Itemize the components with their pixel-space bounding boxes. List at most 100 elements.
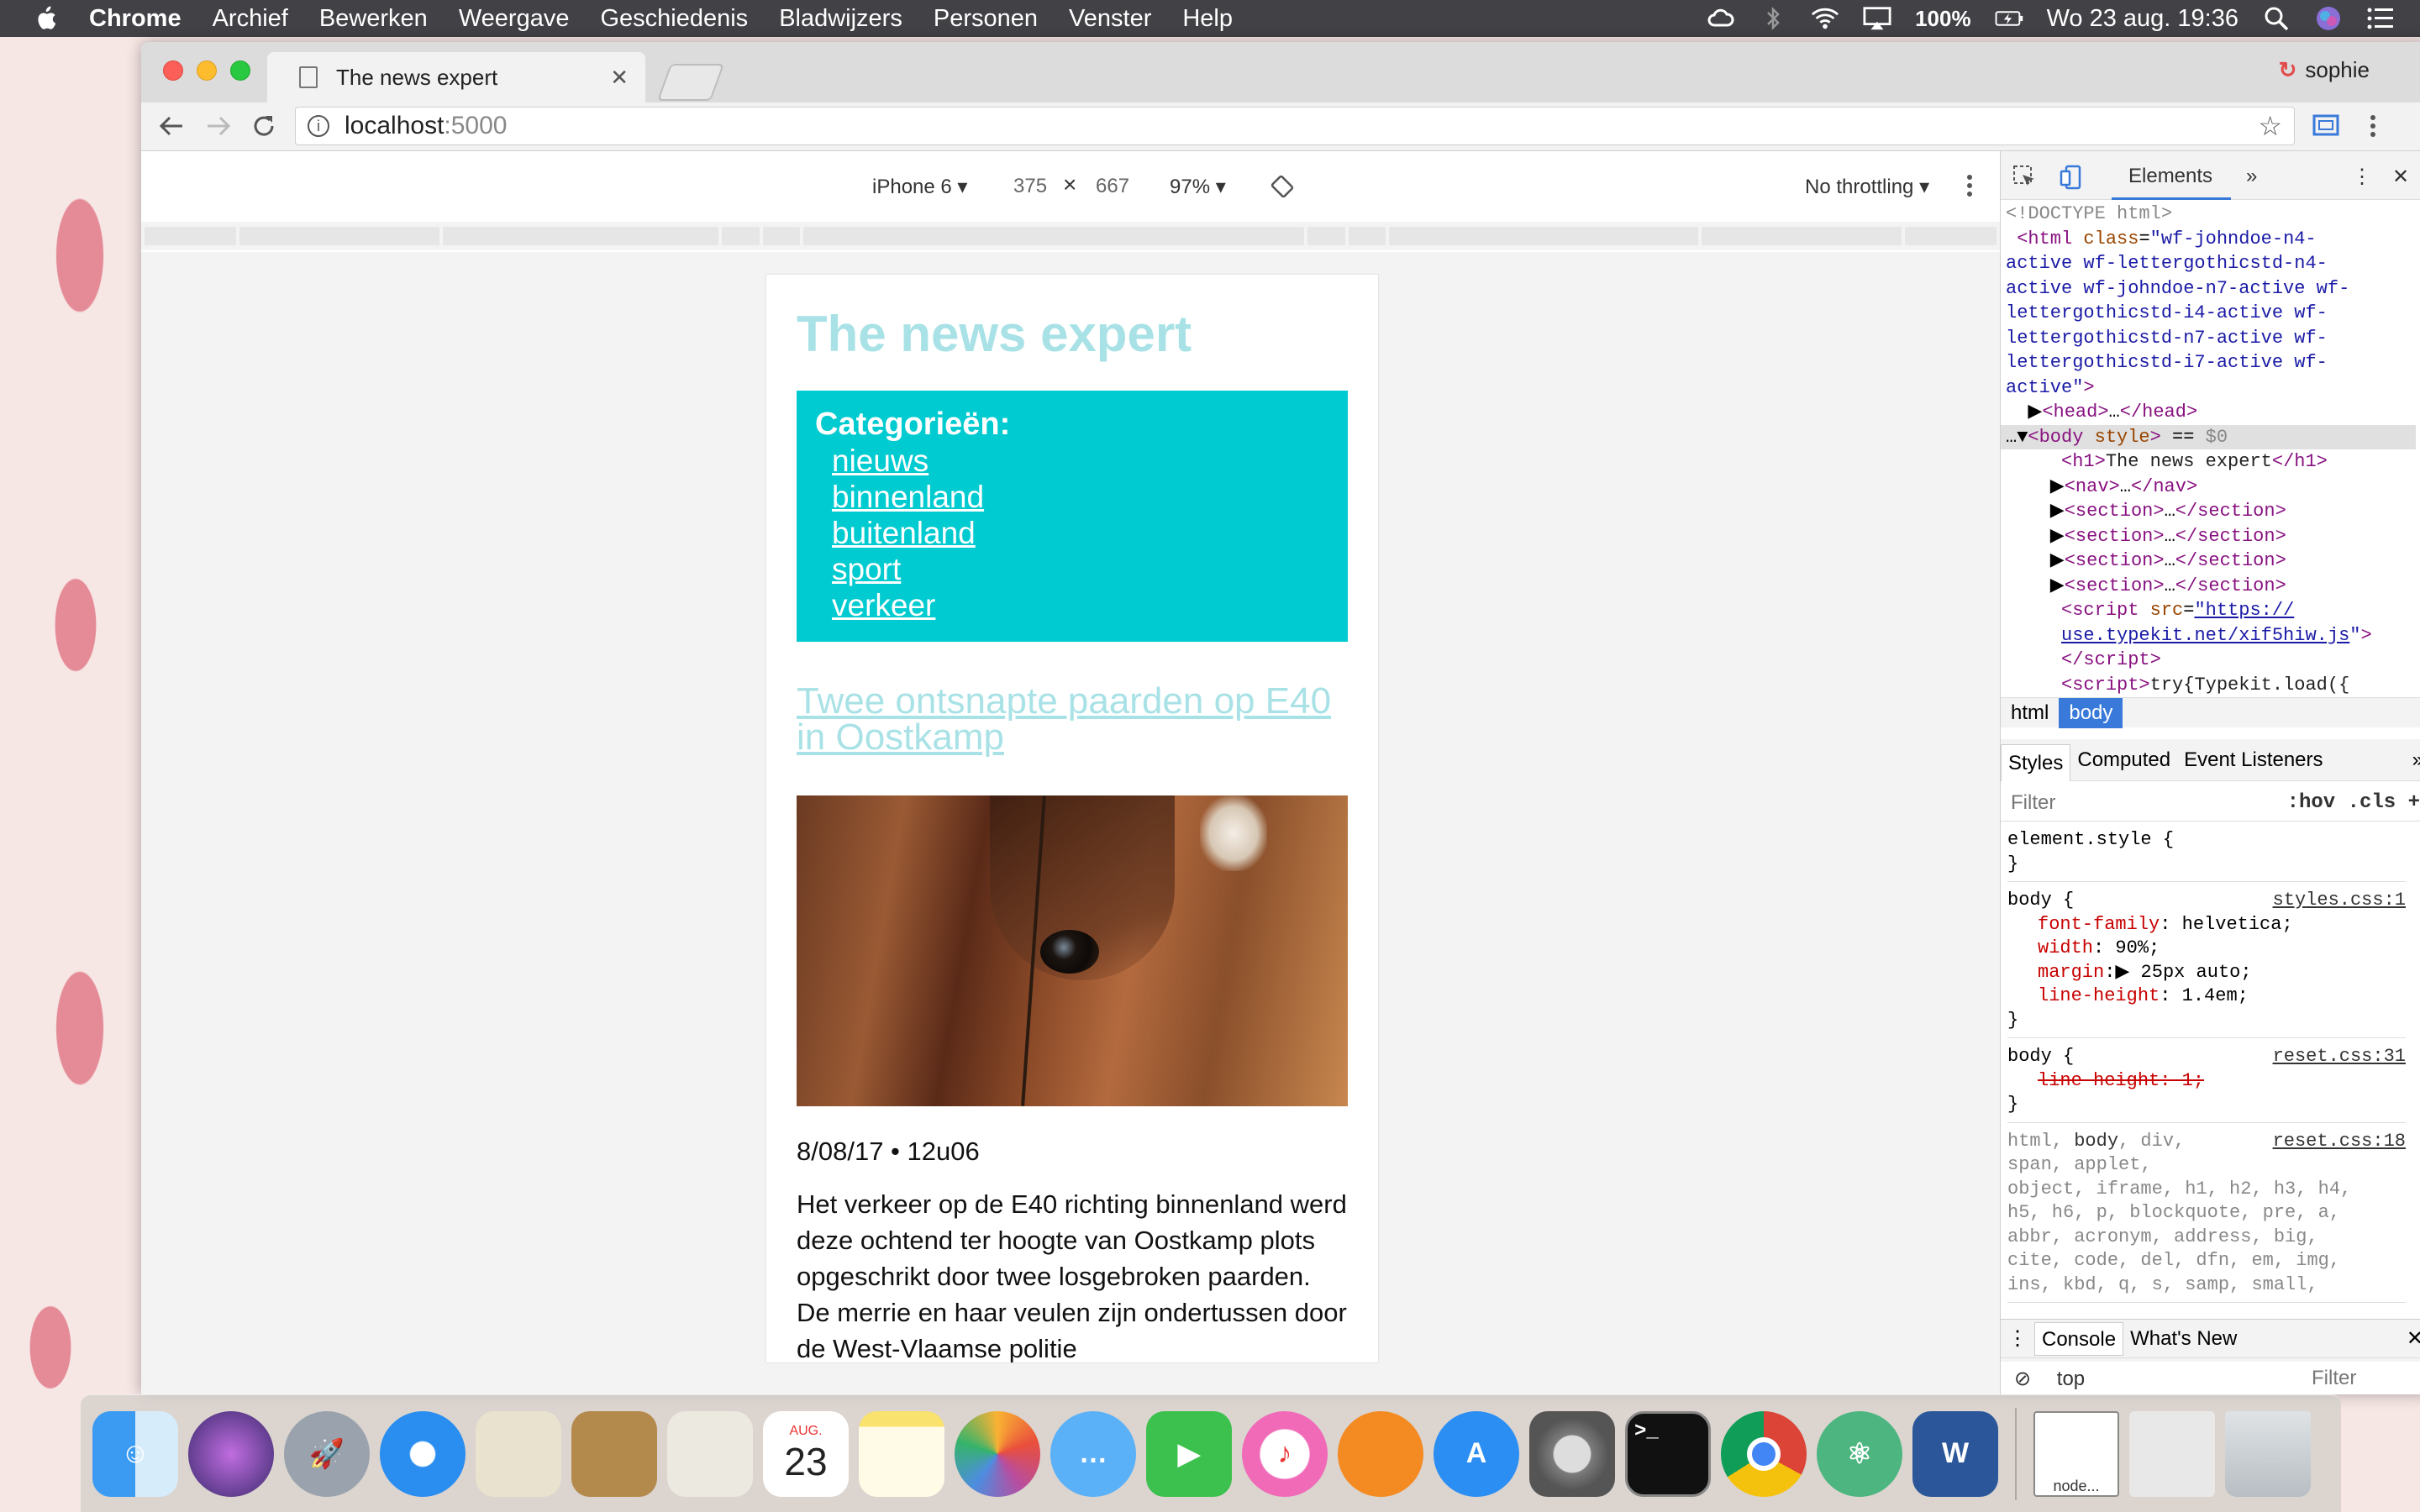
downloads-stack-icon[interactable] [2129, 1410, 2215, 1497]
ibooks-icon[interactable] [1338, 1410, 1423, 1497]
bookmark-star-icon[interactable]: ☆ [2258, 110, 2282, 142]
drawer-menu-icon[interactable]: ⋮ [2001, 1326, 2034, 1351]
device-select[interactable]: iPhone 6 ▾ [872, 175, 967, 199]
ruler-segment[interactable] [145, 227, 237, 245]
close-window-button[interactable] [163, 60, 183, 81]
tab-styles[interactable]: Styles [2001, 743, 2071, 781]
address-bar[interactable]: i localhost :5000 ☆ [295, 107, 2295, 145]
category-link-verkeer[interactable]: verkeer [832, 587, 1329, 623]
airplay-icon[interactable] [1863, 6, 1891, 31]
ruler-segment[interactable] [1701, 227, 1902, 245]
forward-button[interactable] [202, 109, 235, 143]
new-rule-icon[interactable]: + [2408, 791, 2420, 814]
battery-icon[interactable] [1995, 6, 2023, 31]
creative-cloud-icon[interactable] [1707, 6, 1735, 31]
device-toolbar-more-icon[interactable] [1966, 175, 1973, 202]
console-context-select[interactable]: top [2057, 1368, 2085, 1390]
menu-app-name[interactable]: Chrome [89, 5, 182, 33]
article-title-link[interactable]: Twee ontsnapte paarden op E40 in Oostkam… [797, 683, 1334, 756]
tab-computed[interactable]: Computed [2070, 748, 2177, 772]
breadcrumb-html[interactable]: html [2001, 701, 2059, 725]
close-devtools-icon[interactable]: ✕ [2392, 165, 2409, 189]
ruler-segment[interactable] [722, 227, 760, 245]
calendar-icon[interactable]: AUG. 23 [763, 1410, 849, 1497]
safari-icon[interactable] [380, 1410, 466, 1497]
facetime-icon[interactable]: ▶ [1146, 1410, 1232, 1497]
category-link-binnenland[interactable]: binnenland [832, 479, 1329, 515]
ruler-segment[interactable] [1348, 227, 1386, 245]
breadcrumb-body[interactable]: body [2059, 697, 2123, 728]
viewport-height-input[interactable]: 667 [1096, 175, 1129, 198]
more-tabs-icon[interactable]: » [2246, 165, 2257, 188]
photos-icon[interactable] [955, 1410, 1040, 1497]
more-style-tabs-icon[interactable]: » [2406, 748, 2420, 772]
emulated-page[interactable]: The news expert Categorieën: nieuws binn… [766, 275, 1378, 1362]
ruler-segment[interactable] [1904, 227, 1996, 245]
browser-tab[interactable]: The news expert ✕ [267, 52, 645, 102]
mail-icon[interactable] [476, 1410, 561, 1497]
tab-event-listeners[interactable]: Event Listeners [2177, 748, 2329, 772]
category-link-sport[interactable]: sport [832, 551, 1329, 587]
ruler-segment[interactable] [762, 227, 801, 245]
menu-bewerken[interactable]: Bewerken [319, 5, 428, 33]
messages-icon[interactable]: … [1050, 1410, 1136, 1497]
reload-button[interactable] [247, 109, 281, 143]
source-link[interactable]: reset.css:31 [2273, 1045, 2406, 1069]
class-toggle[interactable]: .cls [2348, 791, 2396, 814]
preview-icon[interactable] [667, 1410, 753, 1497]
menu-weergave[interactable]: Weergave [459, 5, 570, 33]
close-tab-icon[interactable]: ✕ [610, 65, 629, 91]
minimize-window-button[interactable] [197, 60, 217, 81]
clear-console-icon[interactable]: ⊘ [2014, 1368, 2031, 1390]
menu-venster[interactable]: Venster [1069, 5, 1151, 33]
itunes-icon[interactable]: ♪ [1242, 1410, 1328, 1497]
menubar-clock[interactable]: Wo 23 aug. 19:36 [2047, 5, 2238, 33]
profile-button[interactable]: ↻ sophie [2279, 57, 2370, 83]
back-button[interactable] [155, 109, 188, 143]
apple-menu-icon[interactable] [34, 6, 59, 31]
finder-icon[interactable]: ☺ [92, 1410, 178, 1497]
rotate-device-icon[interactable] [1270, 175, 1294, 204]
bluetooth-icon[interactable] [1759, 6, 1787, 31]
source-link[interactable]: reset.css:18 [2273, 1130, 2406, 1154]
menu-geschiedenis[interactable]: Geschiedenis [600, 5, 748, 33]
trash-icon[interactable] [2225, 1410, 2311, 1497]
inspect-element-icon[interactable] [2012, 165, 2036, 194]
atom-icon[interactable]: ⚛ [1817, 1410, 1902, 1497]
category-link-nieuws[interactable]: nieuws [832, 443, 1329, 479]
menu-help[interactable]: Help [1182, 5, 1233, 33]
siri-icon[interactable] [2314, 6, 2343, 31]
zoom-window-button[interactable] [230, 60, 250, 81]
throttling-select[interactable]: No throttling ▾ [1805, 175, 1929, 199]
notification-center-icon[interactable] [2366, 6, 2395, 31]
cast-icon[interactable] [2309, 109, 2343, 143]
ruler-segment[interactable] [443, 227, 718, 245]
styles-rules[interactable]: element.style {} body {styles.css:1 font… [2001, 823, 2412, 1319]
chrome-menu-icon[interactable] [2356, 109, 2390, 143]
menu-archief[interactable]: Archief [213, 5, 288, 33]
category-link-buitenland[interactable]: buitenland [832, 515, 1329, 551]
word-icon[interactable]: W [1912, 1410, 1998, 1497]
zoom-select[interactable]: 97% ▾ [1170, 175, 1226, 199]
chrome-icon[interactable] [1721, 1410, 1807, 1497]
launchpad-icon[interactable]: 🚀 [284, 1410, 370, 1497]
site-info-icon[interactable]: i [308, 115, 329, 137]
menu-personen[interactable]: Personen [934, 5, 1038, 33]
tab-whats-new[interactable]: What's New [2123, 1327, 2244, 1351]
wifi-icon[interactable] [1811, 6, 1839, 31]
system-preferences-icon[interactable] [1529, 1410, 1615, 1497]
ruler-segment[interactable] [803, 227, 1304, 245]
device-toolbar-toggle-icon[interactable] [2060, 165, 2083, 196]
tab-console[interactable]: Console [2034, 1321, 2124, 1356]
menu-bladwijzers[interactable]: Bladwijzers [779, 5, 902, 33]
dom-tree[interactable]: <!DOCTYPE html> <html class="wf-johndoe-… [2001, 202, 2420, 697]
spotlight-search-icon[interactable] [2262, 6, 2291, 31]
new-tab-button[interactable] [656, 64, 725, 101]
devtools-menu-icon[interactable]: ⋮ [2352, 165, 2372, 189]
ruler-segment[interactable] [239, 227, 440, 245]
viewport-width-input[interactable]: 375 [1013, 175, 1047, 198]
source-link[interactable]: styles.css:1 [2273, 889, 2406, 913]
app-store-icon[interactable]: A [1434, 1410, 1519, 1497]
hover-state-toggle[interactable]: :hov [2287, 791, 2336, 814]
ruler-segment[interactable] [1389, 227, 1698, 245]
